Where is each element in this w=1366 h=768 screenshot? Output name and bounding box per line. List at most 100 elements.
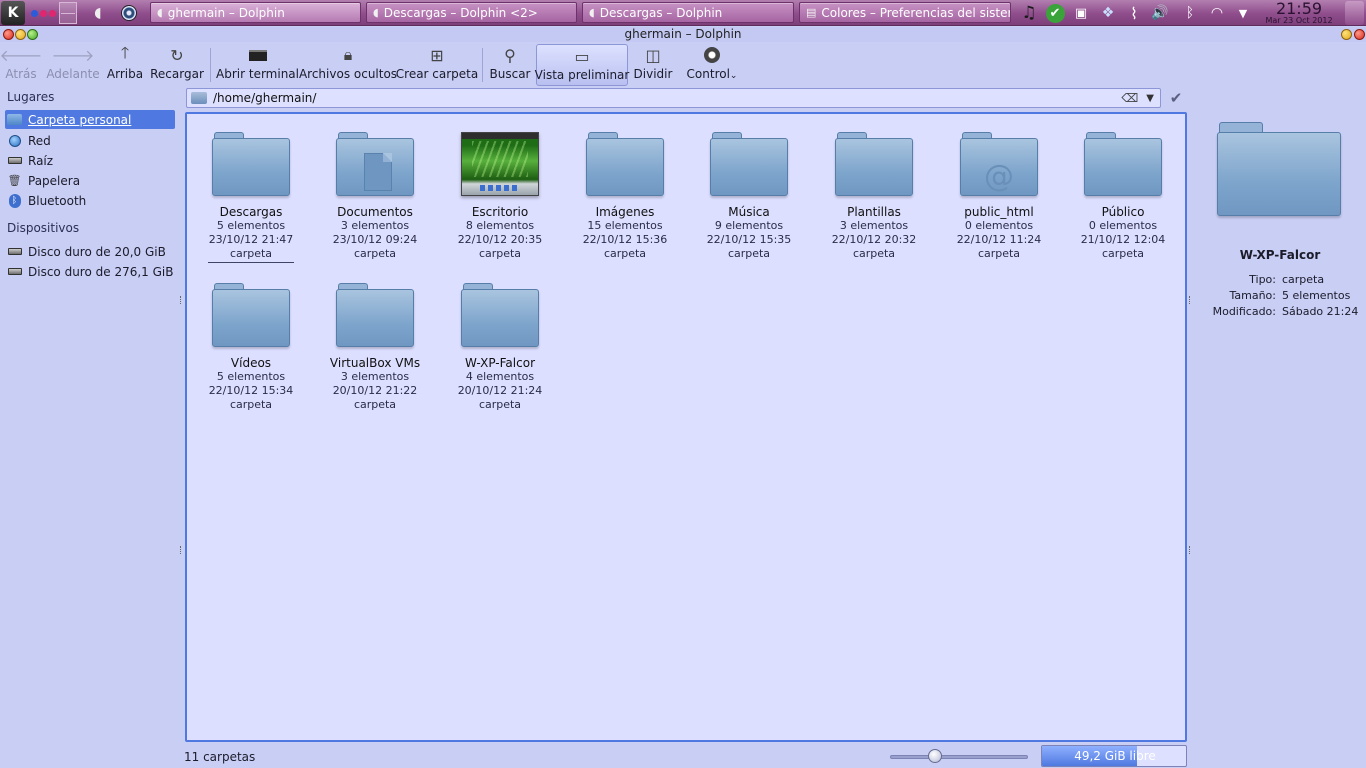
folder-icon bbox=[191, 92, 207, 104]
folder-icon bbox=[834, 128, 914, 198]
music-player-icon[interactable]: ♫ bbox=[1019, 3, 1039, 23]
control-menu-button[interactable]: Control⌄ bbox=[686, 44, 738, 86]
dolphin-launcher-icon[interactable]: ◖ bbox=[88, 2, 108, 24]
task-dolphin-descargas-2[interactable]: ◖ Descargas – Dolphin <2> bbox=[366, 2, 577, 23]
search-icon: ⚲ bbox=[504, 45, 516, 65]
forward-button[interactable]: 🡒 Adelante bbox=[46, 44, 99, 86]
place-home[interactable]: Carpeta personal bbox=[5, 110, 175, 129]
location-bar[interactable]: /home/ghermain/ ⌫ ▼ bbox=[186, 88, 1161, 108]
dolphin-icon: ◖ bbox=[373, 6, 379, 19]
maximize-window-button[interactable] bbox=[27, 29, 38, 40]
file-item-escritorio[interactable]: Escritorio 8 elementos 22/10/12 20:35 ca… bbox=[440, 128, 560, 261]
panel-splitter-handle[interactable] bbox=[1189, 296, 1191, 304]
places-header: Lugares bbox=[7, 90, 55, 104]
disc-launcher-icon[interactable] bbox=[118, 2, 140, 24]
lock-icon: 🔒︎ bbox=[343, 45, 353, 64]
file-item-documentos[interactable]: Documentos 3 elementos 23/10/12 09:24 ca… bbox=[315, 128, 435, 261]
bluetooth-icon: ᛒ bbox=[7, 193, 22, 208]
network-globe-icon bbox=[7, 134, 22, 147]
file-item-w-xp-falcor[interactable]: W-XP-Falcor 4 elementos 20/10/12 21:24 c… bbox=[440, 279, 560, 412]
clear-location-icon[interactable]: ⌫ bbox=[1121, 91, 1138, 105]
panel-splitter-handle[interactable] bbox=[1189, 546, 1191, 554]
reload-button[interactable]: ↻ Recargar bbox=[150, 44, 204, 86]
bluetooth-icon[interactable]: ᛒ bbox=[1180, 3, 1200, 23]
focus-underline bbox=[208, 262, 294, 263]
place-bluetooth[interactable]: ᛒ Bluetooth bbox=[5, 191, 175, 210]
settings-doc-icon: ▤ bbox=[806, 6, 817, 19]
dolphin-icon: ◖ bbox=[589, 6, 595, 19]
place-root[interactable]: Raíz bbox=[5, 151, 175, 170]
close-window-button[interactable] bbox=[3, 29, 14, 40]
information-panel: W-XP-Falcor Tipo: carpeta Tamaño: 5 elem… bbox=[1194, 86, 1366, 768]
desktop-pager[interactable] bbox=[59, 2, 77, 24]
split-view-button[interactable]: ◫ Dividir bbox=[634, 44, 673, 86]
panel-splitter-handle[interactable] bbox=[180, 546, 182, 554]
main-toolbar: 🡐 Atrás 🡒 Adelante 🡑 Arriba ↻ Recargar A… bbox=[0, 42, 1366, 86]
folder-icon bbox=[460, 279, 540, 349]
folder-documents-icon bbox=[335, 128, 415, 198]
zoom-slider-handle[interactable] bbox=[928, 749, 942, 763]
new-folder-button[interactable]: ⊞ Crear carpeta bbox=[396, 44, 478, 86]
folder-icon bbox=[585, 128, 665, 198]
up-button[interactable]: 🡑 Arriba bbox=[106, 42, 144, 86]
file-item-descargas[interactable]: Descargas 5 elementos 23/10/12 21:47 car… bbox=[191, 128, 311, 263]
places-panel: Lugares Carpeta personal Red Raíz 🗑︎ Pap… bbox=[0, 86, 179, 768]
chevron-down-icon[interactable]: ▼ bbox=[1146, 93, 1154, 104]
file-item-virtualbox-vms[interactable]: VirtualBox VMs 3 elementos 20/10/12 21:2… bbox=[315, 279, 435, 412]
desktop-preview-thumbnail bbox=[460, 128, 540, 198]
back-button[interactable]: 🡐 Atrás bbox=[0, 44, 42, 86]
file-item-public-html[interactable]: @ public_html 0 elementos 22/10/12 11:24… bbox=[939, 128, 1059, 261]
reload-icon: ↻ bbox=[170, 45, 184, 65]
control-gear-icon bbox=[704, 44, 720, 66]
volume-icon[interactable]: 🔊 bbox=[1150, 3, 1170, 23]
open-terminal-button[interactable]: Abrir terminal bbox=[216, 44, 299, 86]
folder-icon bbox=[1083, 128, 1163, 198]
dropbox-icon[interactable]: ❖ bbox=[1098, 3, 1118, 23]
kde-menu-icon[interactable]: K bbox=[1, 1, 25, 25]
toolbar-separator bbox=[482, 48, 483, 82]
task-system-settings[interactable]: ▤ Colores – Preferencias del sistema bbox=[799, 2, 1011, 23]
clock-date: Mar 23 Oct 2012 bbox=[1265, 16, 1333, 25]
clipboard-icon[interactable]: ⌇ bbox=[1124, 3, 1144, 23]
task-dolphin-home[interactable]: ◖ ghermain – Dolphin bbox=[150, 2, 361, 23]
location-path[interactable]: /home/ghermain/ bbox=[213, 91, 1121, 105]
device-disk-276gib[interactable]: Disco duro de 276,1 GiB bbox=[5, 262, 175, 281]
arrow-up-icon: 🡑 bbox=[120, 42, 130, 62]
zoom-slider[interactable] bbox=[890, 755, 1028, 759]
folder-html-icon: @ bbox=[959, 128, 1039, 198]
hidden-files-button[interactable]: 🔒︎ Archivos ocultos bbox=[299, 44, 397, 86]
close-window-button-right[interactable] bbox=[1354, 29, 1365, 40]
window-title: ghermain – Dolphin bbox=[0, 27, 1366, 42]
search-button[interactable]: ⚲ Buscar bbox=[490, 44, 531, 86]
file-item-videos[interactable]: Vídeos 5 elementos 22/10/12 15:34 carpet… bbox=[191, 279, 311, 412]
place-trash[interactable]: 🗑︎ Papelera bbox=[5, 171, 175, 190]
home-folder-icon bbox=[7, 113, 22, 126]
folder-icon bbox=[211, 128, 291, 198]
dolphin-icon: ◖ bbox=[157, 6, 163, 19]
panel-toolbox-icon[interactable] bbox=[1345, 1, 1364, 25]
panel-splitter-handle[interactable] bbox=[180, 296, 182, 304]
folder-new-icon: ⊞ bbox=[430, 45, 444, 65]
file-item-publico[interactable]: Público 0 elementos 21/10/12 12:04 carpe… bbox=[1063, 128, 1183, 261]
file-item-musica[interactable]: Música 9 elementos 22/10/12 15:35 carpet… bbox=[689, 128, 809, 261]
wifi-icon[interactable]: ◠ bbox=[1207, 3, 1227, 23]
file-view[interactable]: Descargas 5 elementos 23/10/12 21:47 car… bbox=[185, 112, 1187, 742]
device-disk-20gib[interactable]: Disco duro de 20,0 GiB bbox=[5, 242, 175, 261]
tray-expand-icon[interactable]: ▼ bbox=[1233, 3, 1253, 23]
clock-time: 21:59 bbox=[1275, 0, 1323, 18]
free-space-indicator[interactable]: 49,2 GiB libre bbox=[1041, 745, 1187, 767]
file-item-imagenes[interactable]: Imágenes 15 elementos 22/10/12 15:36 car… bbox=[565, 128, 685, 261]
place-network[interactable]: Red bbox=[5, 131, 175, 150]
preview-toggle-button[interactable]: ▭ Vista preliminar bbox=[535, 44, 629, 86]
folder-icon bbox=[211, 279, 291, 349]
flickr-dots-icon[interactable] bbox=[29, 2, 57, 24]
network-manager-icon[interactable]: ▣ bbox=[1071, 3, 1091, 23]
clock[interactable]: 21:59 Mar 23 Oct 2012 bbox=[1258, 0, 1340, 26]
update-ok-icon[interactable]: ✔ bbox=[1045, 3, 1065, 23]
confirm-location-icon[interactable]: ✔ bbox=[1166, 88, 1186, 108]
help-window-button[interactable] bbox=[1341, 29, 1352, 40]
minimize-window-button[interactable] bbox=[15, 29, 26, 40]
folder-icon bbox=[709, 128, 789, 198]
file-item-plantillas[interactable]: Plantillas 3 elementos 22/10/12 20:32 ca… bbox=[814, 128, 934, 261]
task-dolphin-descargas[interactable]: ◖ Descargas – Dolphin bbox=[582, 2, 794, 23]
